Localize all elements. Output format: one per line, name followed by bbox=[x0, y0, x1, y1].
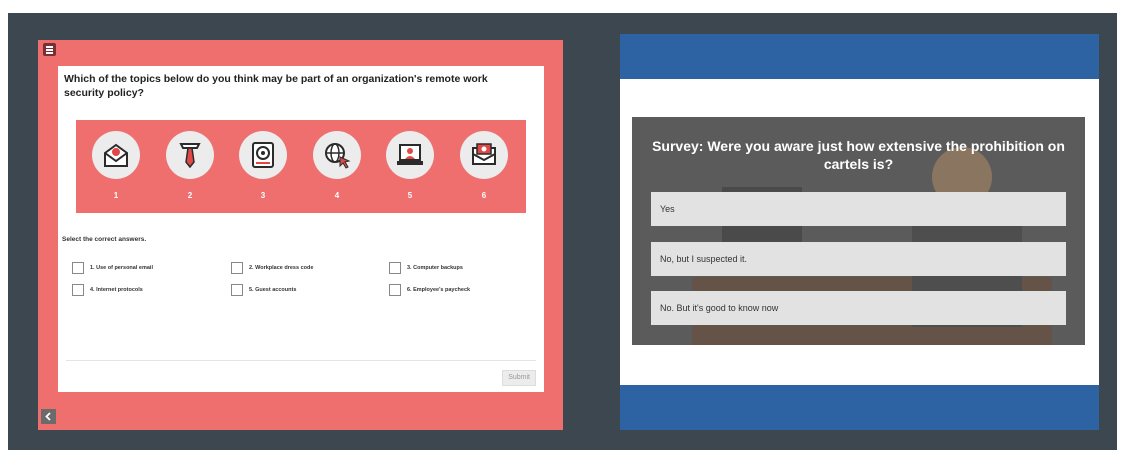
option-6-checkbox[interactable] bbox=[389, 284, 401, 296]
survey-slide: Survey: Were you aware just how extensiv… bbox=[620, 34, 1099, 430]
topic-2: 2 bbox=[165, 131, 215, 200]
survey-card: Survey: Were you aware just how extensiv… bbox=[632, 117, 1085, 345]
option-2[interactable]: 2. Workplace dress code bbox=[231, 262, 313, 274]
option-6[interactable]: 6. Employee's paycheck bbox=[389, 284, 470, 296]
back-button[interactable] bbox=[41, 409, 56, 424]
topic-4: 4 bbox=[312, 131, 362, 200]
globe-cursor-icon bbox=[313, 131, 361, 179]
quiz-card: Which of the topics below do you think m… bbox=[58, 66, 544, 392]
chevron-left-icon bbox=[45, 412, 51, 421]
option-4[interactable]: 4. Internet protocols bbox=[72, 284, 143, 296]
instruction-text: Select the correct answers. bbox=[62, 236, 147, 243]
option-3-checkbox[interactable] bbox=[389, 262, 401, 274]
divider bbox=[66, 360, 536, 361]
option-4-checkbox[interactable] bbox=[72, 284, 84, 296]
quiz-slide: Which of the topics below do you think m… bbox=[38, 40, 563, 430]
hard-drive-icon bbox=[239, 131, 287, 179]
option-3[interactable]: 3. Computer backups bbox=[389, 262, 463, 274]
option-5[interactable]: 5. Guest accounts bbox=[231, 284, 296, 296]
topic-5: 5 bbox=[385, 131, 435, 200]
header-bar bbox=[620, 34, 1099, 79]
answer-yes[interactable]: Yes bbox=[651, 192, 1066, 226]
quiz-question: Which of the topics below do you think m… bbox=[64, 73, 488, 99]
footer-bar bbox=[620, 385, 1099, 430]
menu-icon[interactable] bbox=[43, 43, 56, 56]
option-1-checkbox[interactable] bbox=[72, 262, 84, 274]
topic-3: 3 bbox=[238, 131, 288, 200]
option-2-checkbox[interactable] bbox=[231, 262, 243, 274]
cash-envelope-icon bbox=[460, 131, 508, 179]
option-1[interactable]: 1. Use of personal email bbox=[72, 262, 153, 274]
tie-icon bbox=[166, 131, 214, 179]
topic-6: 6 bbox=[459, 131, 509, 200]
submit-button[interactable]: Submit bbox=[502, 370, 536, 386]
survey-title: Survey: Were you aware just how extensiv… bbox=[652, 138, 1065, 172]
laptop-user-icon bbox=[386, 131, 434, 179]
topic-1: 1 bbox=[91, 131, 141, 200]
answer-suspected[interactable]: No, but I suspected it. bbox=[651, 242, 1066, 276]
answer-good-to-know[interactable]: No. But it's good to know now bbox=[651, 291, 1066, 325]
envelope-person-icon bbox=[92, 131, 140, 179]
topics-banner: 1 2 3 4 5 6 bbox=[76, 120, 526, 213]
option-5-checkbox[interactable] bbox=[231, 284, 243, 296]
